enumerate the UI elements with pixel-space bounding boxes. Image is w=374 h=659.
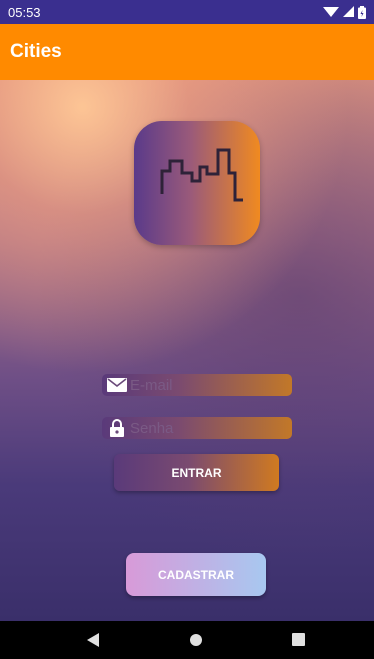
mail-icon [106, 376, 128, 394]
wifi-icon [323, 7, 339, 17]
register-button[interactable]: CADASTRAR [126, 553, 266, 596]
email-input[interactable] [128, 376, 280, 394]
city-skyline-icon [160, 148, 243, 202]
status-icons [323, 5, 366, 19]
app-bar: Cities [0, 24, 374, 80]
home-icon[interactable] [189, 633, 203, 647]
system-nav-bar [0, 621, 374, 659]
password-field[interactable] [102, 417, 292, 439]
app-title: Cities [10, 41, 62, 62]
recents-icon[interactable] [292, 633, 305, 646]
status-time: 05:53 [8, 4, 41, 20]
signal-icon [343, 6, 354, 17]
login-screen: ENTRAR CADASTRAR [0, 80, 374, 621]
status-bar: 05:53 [0, 0, 374, 24]
email-field[interactable] [102, 374, 292, 396]
password-input[interactable] [128, 419, 280, 437]
back-icon[interactable] [86, 632, 100, 648]
battery-icon [358, 5, 366, 19]
login-button[interactable]: ENTRAR [114, 454, 279, 491]
app-logo [134, 121, 260, 245]
lock-icon [106, 419, 128, 437]
